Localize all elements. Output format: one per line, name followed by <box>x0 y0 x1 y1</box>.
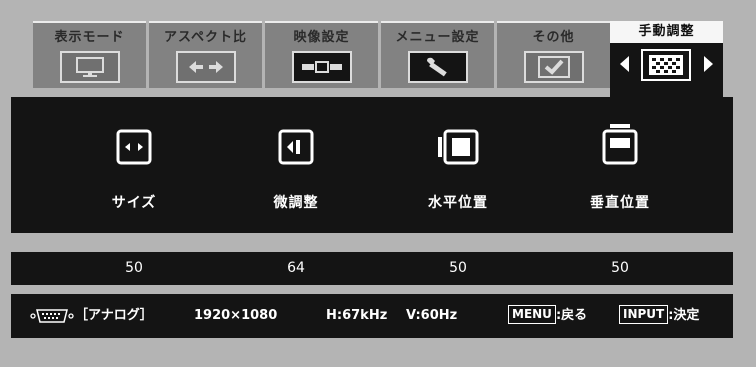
value-vertical-position: 50 <box>611 260 629 276</box>
tab-menu-settings[interactable]: メニュー設定 <box>381 21 494 88</box>
menu-key[interactable]: MENU <box>508 304 556 324</box>
adjust-panel: サイズ 微調整 水平位置 垂直位置 <box>11 97 733 233</box>
arrow-left-icon[interactable] <box>620 56 629 72</box>
pattern-grid-icon <box>641 49 691 81</box>
value-size: 50 <box>125 260 143 276</box>
osd-menu: 表示モード アスペクト比 映像設定 メニュー設定 その他 手動調整 サイズ 微調… <box>0 0 756 367</box>
item-vertical-position[interactable]: 垂直位置 <box>545 97 695 233</box>
tab-picture-settings[interactable]: 映像設定 <box>265 21 378 88</box>
menu-hint: MENU:戻る <box>508 294 587 338</box>
picture-settings-icon <box>292 51 352 83</box>
arrow-right-icon[interactable] <box>704 56 713 72</box>
item-size[interactable]: サイズ <box>59 97 209 233</box>
wrench-icon <box>408 51 468 83</box>
tab-label: アスペクト比 <box>163 30 248 45</box>
input-key[interactable]: INPUT <box>619 304 669 324</box>
aspect-arrows-icon <box>176 51 236 83</box>
h-frequency: H:67kHz <box>326 308 388 323</box>
monitor-icon <box>60 51 120 83</box>
item-label: 微調整 <box>273 195 319 211</box>
input-source: ［アナログ］ <box>75 308 153 323</box>
tab-other[interactable]: その他 <box>497 21 610 88</box>
size-icon <box>116 129 152 169</box>
tab-label: その他 <box>532 30 575 45</box>
item-label: サイズ <box>111 195 157 211</box>
item-fine-tune[interactable]: 微調整 <box>221 97 371 233</box>
vertical-position-icon <box>602 123 638 169</box>
tab-label: 表示モード <box>54 30 125 45</box>
tab-label: メニュー設定 <box>395 30 480 45</box>
tab-manual-adjust[interactable]: 手動調整 <box>610 21 723 98</box>
tab-label: 手動調整 <box>610 21 723 43</box>
item-label: 水平位置 <box>428 195 488 211</box>
menu-action: :戻る <box>555 308 588 323</box>
checkmark-icon <box>524 51 584 83</box>
value-fine-tune: 64 <box>287 260 305 276</box>
tab-label: 映像設定 <box>293 30 350 45</box>
tab-aspect-ratio[interactable]: アスペクト比 <box>149 21 262 88</box>
values-bar: 50 64 50 50 <box>11 252 733 285</box>
status-bar: ［アナログ］ 1920×1080 H:67kHz V:60Hz MENU:戻る … <box>11 294 733 338</box>
item-horizontal-position[interactable]: 水平位置 <box>383 97 533 233</box>
horizontal-position-icon <box>436 129 480 169</box>
input-action: :決定 <box>668 308 700 323</box>
resolution: 1920×1080 <box>194 308 278 323</box>
input-hint: INPUT:決定 <box>619 294 699 338</box>
vga-connector-icon <box>30 308 74 328</box>
item-label: 垂直位置 <box>590 195 650 211</box>
v-frequency: V:60Hz <box>406 308 458 323</box>
tab-display-mode[interactable]: 表示モード <box>33 21 146 88</box>
value-horizontal-position: 50 <box>449 260 467 276</box>
fine-tune-icon <box>278 129 314 169</box>
